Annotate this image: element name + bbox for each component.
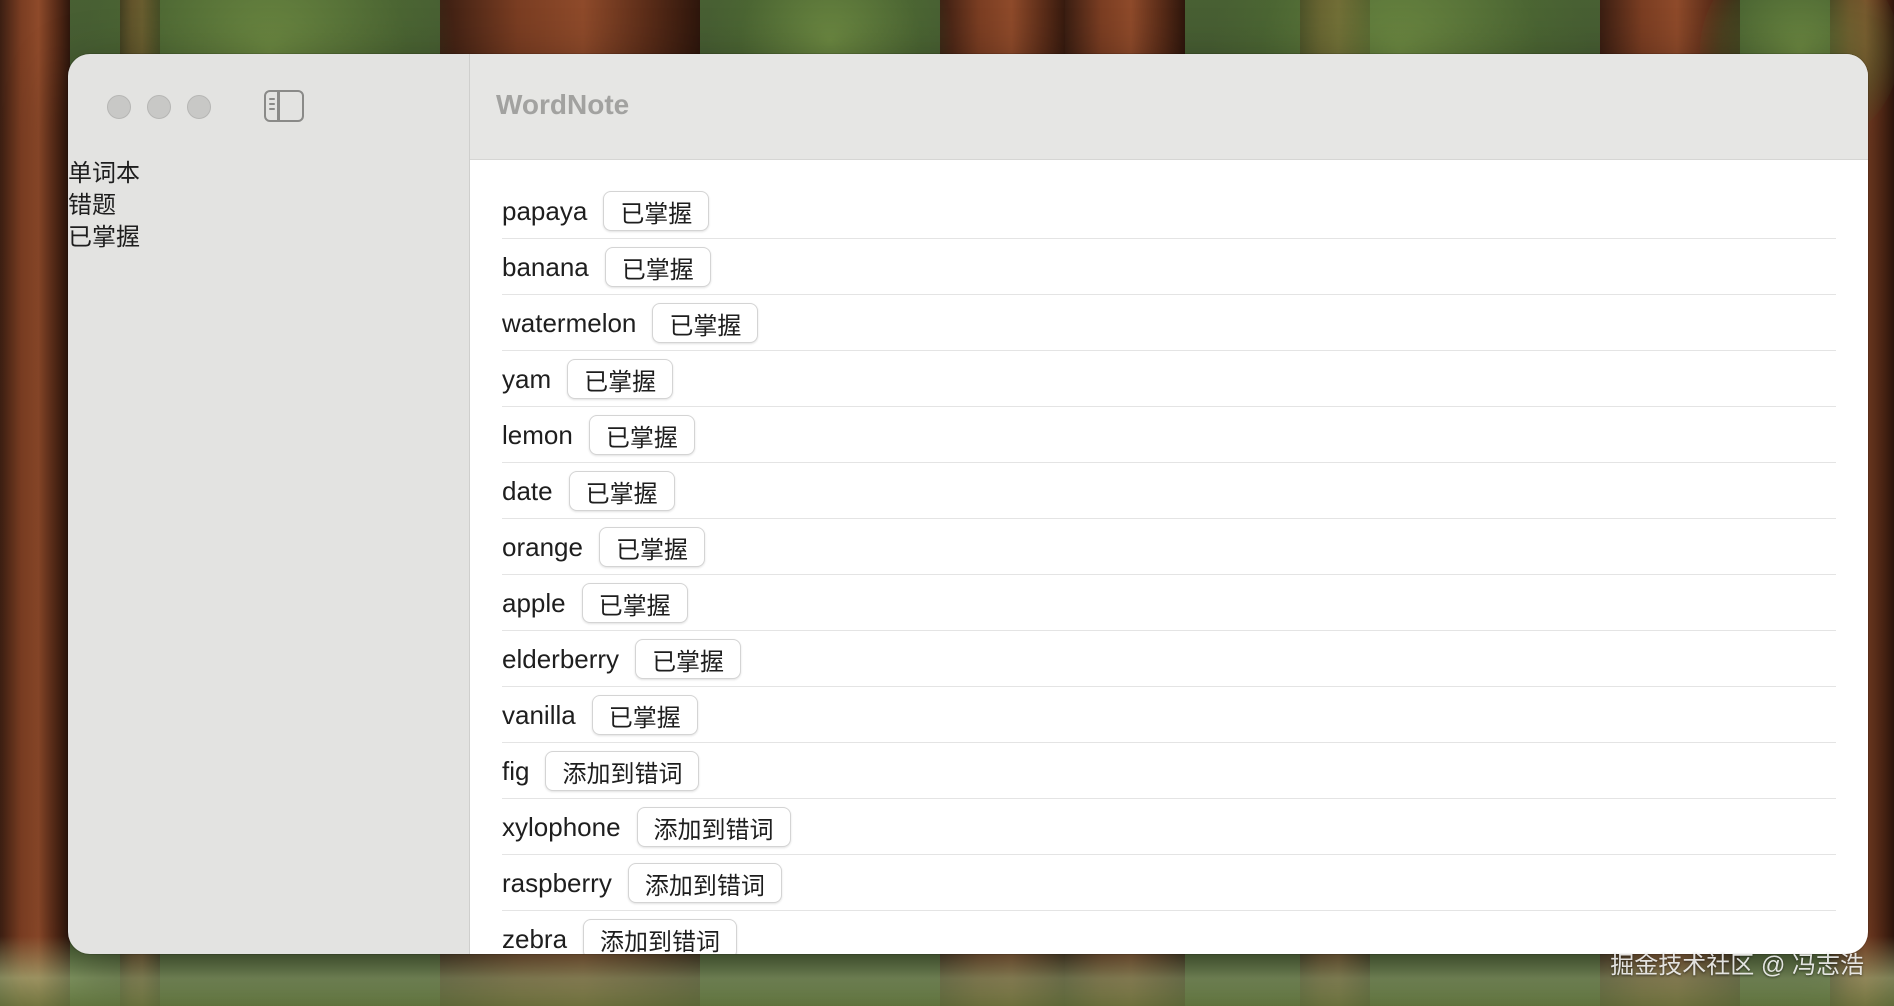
- list-item: fig 添加到错词: [502, 743, 1836, 799]
- mark-mastered-button[interactable]: 已掌握: [591, 695, 698, 735]
- app-title: WordNote: [496, 88, 630, 120]
- mark-mastered-button[interactable]: 已掌握: [568, 471, 675, 511]
- add-to-mistakes-button[interactable]: 添加到错词: [545, 751, 700, 791]
- mark-mastered-button[interactable]: 已掌握: [567, 359, 674, 399]
- add-to-mistakes-button[interactable]: 添加到错词: [583, 919, 738, 954]
- list-item: elderberry 已掌握: [502, 631, 1836, 687]
- list-item: raspberry 添加到错词: [502, 855, 1836, 911]
- sidebar-item-mistakes[interactable]: 错题: [68, 190, 140, 222]
- mark-mastered-button[interactable]: 已掌握: [604, 247, 711, 287]
- word-list: papaya 已掌握 banana 已掌握 watermelon 已掌握 yam…: [470, 160, 1868, 954]
- add-to-mistakes-button[interactable]: 添加到错词: [636, 807, 791, 847]
- word-text: papaya: [502, 195, 588, 226]
- mark-mastered-button[interactable]: 已掌握: [652, 303, 759, 343]
- sidebar-item-mastered[interactable]: 已掌握: [68, 222, 140, 254]
- list-item: papaya 已掌握: [502, 183, 1836, 239]
- mark-mastered-button[interactable]: 已掌握: [598, 527, 705, 567]
- sidebar-nav: 单词本 错题 已掌握: [68, 158, 140, 254]
- sidebar: 单词本 错题 已掌握: [68, 54, 470, 954]
- list-item: yam 已掌握: [502, 351, 1836, 407]
- word-text: elderberry: [502, 643, 620, 674]
- word-text: lemon: [502, 419, 573, 450]
- word-text: zebra: [502, 923, 568, 954]
- toolbar: WordNote: [470, 54, 1868, 160]
- word-text: raspberry: [502, 867, 612, 898]
- word-text: fig: [502, 755, 530, 786]
- sidebar-item-wordbook[interactable]: 单词本: [68, 158, 140, 190]
- word-text: vanilla: [502, 699, 576, 730]
- list-item: apple 已掌握: [502, 575, 1836, 631]
- list-item: vanilla 已掌握: [502, 687, 1836, 743]
- zoom-icon[interactable]: [187, 95, 211, 119]
- mark-mastered-button[interactable]: 已掌握: [635, 639, 742, 679]
- window-controls: [107, 95, 211, 119]
- list-item: watermelon 已掌握: [502, 295, 1836, 351]
- mark-mastered-button[interactable]: 已掌握: [581, 583, 688, 623]
- list-item: date 已掌握: [502, 463, 1836, 519]
- app-window: 单词本 错题 已掌握 WordNote papaya 已掌握 banana 已掌…: [68, 54, 1868, 954]
- list-item: lemon 已掌握: [502, 407, 1836, 463]
- list-item: orange 已掌握: [502, 519, 1836, 575]
- mark-mastered-button[interactable]: 已掌握: [603, 191, 710, 231]
- word-text: orange: [502, 531, 583, 562]
- watermark: 掘金技术社区 @ 冯志浩: [1610, 952, 1864, 979]
- word-text: yam: [502, 363, 552, 394]
- minimize-icon[interactable]: [147, 95, 171, 119]
- list-item: banana 已掌握: [502, 239, 1836, 295]
- word-text: apple: [502, 587, 566, 618]
- word-text: xylophone: [502, 811, 621, 842]
- close-icon[interactable]: [107, 95, 131, 119]
- word-text: date: [502, 475, 553, 506]
- word-text: banana: [502, 251, 589, 282]
- word-text: watermelon: [502, 307, 637, 338]
- main-content: WordNote papaya 已掌握 banana 已掌握 watermelo…: [470, 54, 1868, 954]
- list-item: xylophone 添加到错词: [502, 799, 1836, 855]
- mark-mastered-button[interactable]: 已掌握: [588, 415, 695, 455]
- sidebar-toggle-icon[interactable]: [264, 90, 304, 122]
- tree-trunk: [0, 0, 70, 1006]
- add-to-mistakes-button[interactable]: 添加到错词: [627, 863, 782, 903]
